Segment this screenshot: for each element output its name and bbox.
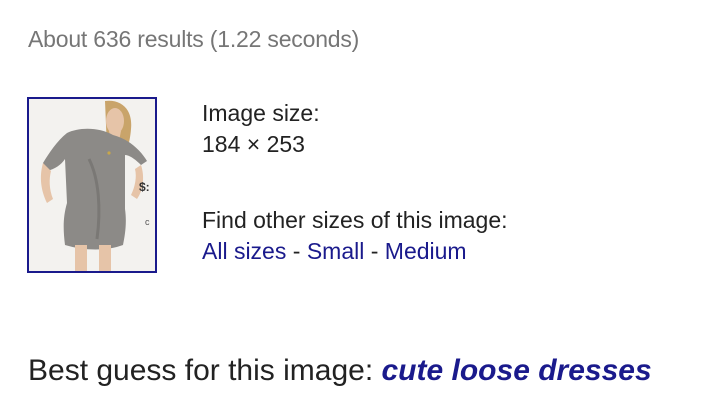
best-guess: Best guess for this image: cute loose dr… [28,352,652,390]
all-sizes-link[interactable]: All sizes [202,238,286,264]
medium-size-link[interactable]: Medium [385,238,467,264]
other-sizes-links: All sizes - Small - Medium [202,236,467,266]
dress-photo: $: c [29,99,155,271]
other-sizes-label: Find other sizes of this image: [202,207,508,233]
best-guess-prefix: Best guess for this image: [28,354,382,387]
result-stats: About 636 results (1.22 seconds) [28,26,360,52]
image-size-value: 184 × 253 [202,131,305,157]
best-guess-query-link[interactable]: cute loose dresses [382,354,652,387]
link-separator: - [364,238,385,264]
image-size-label: Image size: [202,100,320,126]
link-separator: - [286,238,307,264]
image-thumbnail[interactable]: $: c [27,97,157,273]
price-badge-text-2: c [145,217,150,227]
price-badge-text: $: [139,180,150,194]
small-size-link[interactable]: Small [307,238,365,264]
